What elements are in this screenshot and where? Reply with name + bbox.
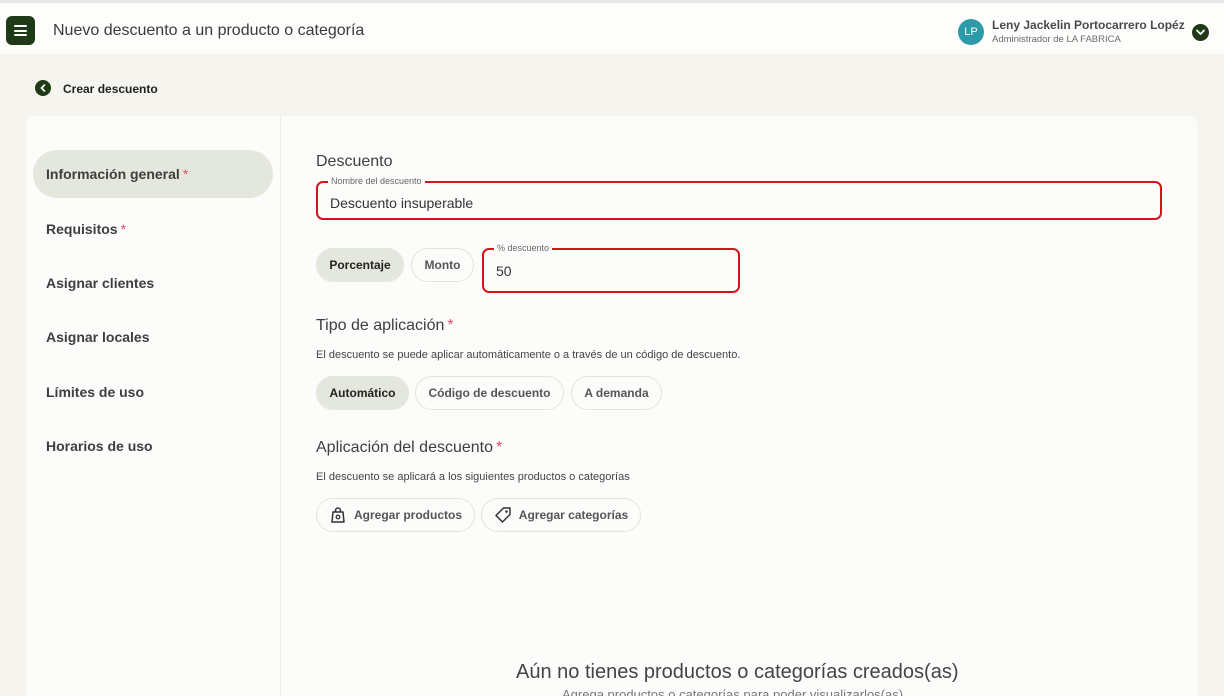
- add-categories-button[interactable]: Agregar categorías: [481, 498, 641, 532]
- add-products-label: Agregar productos: [353, 508, 462, 522]
- section-title-tipo-aplicacion: Tipo de aplicación *: [316, 317, 454, 334]
- percent-discount-value[interactable]: 50: [496, 263, 512, 279]
- sidebar-item-asignar-clientes[interactable]: Asignar clientes: [33, 259, 273, 307]
- percent-discount-field[interactable]: % descuento 50: [482, 243, 740, 293]
- toggle-monto[interactable]: Monto: [411, 248, 474, 282]
- option-codigo-descuento[interactable]: Código de descuento: [415, 376, 564, 410]
- option-automatico[interactable]: Automático: [316, 376, 409, 410]
- sidebar-item-label: Asignar locales: [46, 329, 150, 345]
- sidebar-item-label: Requisitos: [46, 221, 118, 237]
- sidebar-item-label: Información general: [46, 166, 180, 182]
- discount-application-description: El descuento se aplicará a los siguiente…: [316, 471, 630, 483]
- sidebar-item-label: Asignar clientes: [46, 275, 155, 291]
- divider: [280, 116, 281, 696]
- empty-state-title: Aún no tienes productos o categorías cre…: [516, 661, 959, 683]
- discount-name-field[interactable]: Nombre del descuento Descuento insuperab…: [316, 176, 1162, 220]
- avatar[interactable]: LP: [958, 19, 984, 45]
- required-marker: *: [120, 221, 127, 237]
- sidebar-item-horarios-de-uso[interactable]: Horarios de uso: [33, 422, 273, 470]
- shopping-bag-icon: [331, 507, 345, 523]
- top-bar: Nuevo descuento a un producto o categorí…: [0, 0, 1224, 54]
- application-type-description: El descuento se puede aplicar automática…: [316, 349, 741, 361]
- add-products-button[interactable]: Agregar productos: [316, 498, 475, 532]
- sidebar-item-asignar-locales[interactable]: Asignar locales: [33, 313, 273, 361]
- empty-state-subtitle: Agrega productos o categorías para poder…: [562, 687, 904, 696]
- sidebar-item-label: Límites de uso: [46, 384, 145, 400]
- hamburger-menu-icon[interactable]: [6, 16, 35, 45]
- chevron-down-icon[interactable]: [1192, 24, 1209, 41]
- back-arrow-icon[interactable]: [35, 80, 51, 96]
- required-marker: *: [496, 439, 503, 456]
- sidebar-item-informacion-general[interactable]: Información general *: [33, 150, 273, 198]
- discount-name-value[interactable]: Descuento insuperable: [330, 195, 473, 211]
- user-name: Leny Jackelin Portocarrero Lopéz: [992, 18, 1185, 32]
- field-label: % descuento: [494, 243, 553, 254]
- sidebar-item-requisitos[interactable]: Requisitos *: [33, 205, 273, 253]
- sidebar-item-limites-de-uso[interactable]: Límites de uso: [33, 368, 273, 416]
- required-marker: *: [182, 166, 189, 182]
- field-label: Nombre del descuento: [328, 176, 425, 187]
- toggle-porcentaje[interactable]: Porcentaje: [316, 248, 404, 282]
- tag-icon: [495, 507, 511, 523]
- user-role: Administrador de LA FABRICA: [992, 34, 1121, 45]
- section-title-descuento: Descuento: [316, 153, 393, 170]
- required-marker: *: [447, 317, 454, 334]
- section-title-aplicacion-descuento: Aplicación del descuento *: [316, 439, 503, 456]
- option-a-demanda[interactable]: A demanda: [571, 376, 662, 410]
- page-title: Nuevo descuento a un producto o categorí…: [53, 22, 365, 39]
- sidebar-item-label: Horarios de uso: [46, 438, 153, 454]
- add-categories-label: Agregar categorías: [518, 508, 629, 522]
- back-link[interactable]: Crear descuento: [63, 82, 158, 96]
